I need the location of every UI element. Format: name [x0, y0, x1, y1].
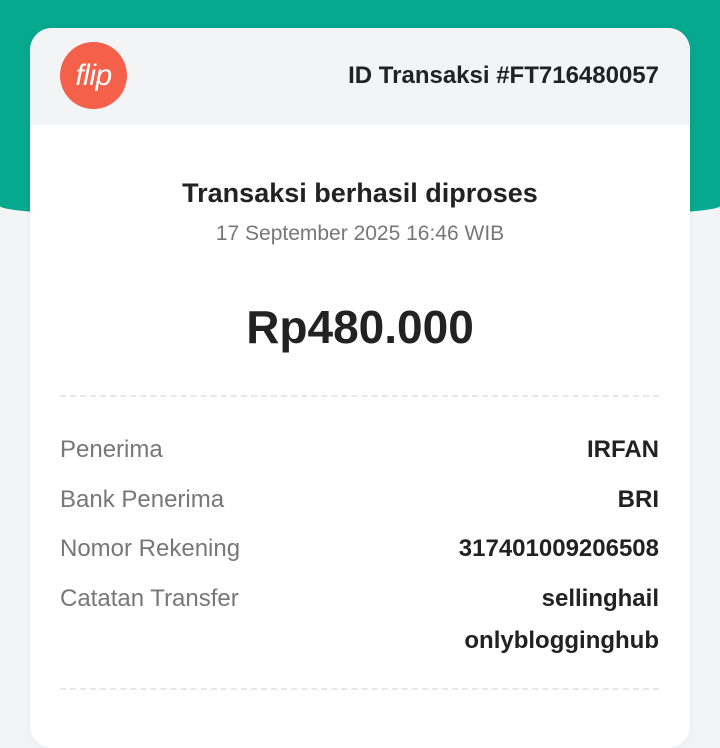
receipt-header: flip ID Transaksi #FT716480057	[30, 28, 690, 125]
transfer-note-label: Catatan Transfer	[60, 585, 239, 612]
divider	[60, 395, 659, 397]
transfer-note-value-line2: onlyblogginghub	[464, 627, 659, 654]
recipient-label: Penerima	[60, 436, 163, 463]
flip-logo: flip	[60, 42, 127, 109]
recipient-bank-value: BRI	[617, 486, 659, 513]
account-number-label: Nomor Rekening	[60, 535, 241, 562]
recipient-bank-label: Bank Penerima	[60, 486, 225, 513]
recipient-value: IRFAN	[587, 436, 659, 463]
receipt-card: flip ID Transaksi #FT716480057 Transaksi…	[30, 28, 690, 748]
transfer-note-value: sellinghail	[541, 585, 659, 612]
divider	[60, 688, 659, 690]
status-datetime: 17 September 2025 16:46 WIB	[215, 222, 505, 245]
account-number-value: 317401009206508	[458, 535, 659, 562]
status-title: Transaksi berhasil diproses	[182, 178, 538, 208]
transfer-amount: Rp480.000	[246, 301, 474, 353]
transaction-id: ID Transaksi #FT716480057	[348, 62, 659, 89]
